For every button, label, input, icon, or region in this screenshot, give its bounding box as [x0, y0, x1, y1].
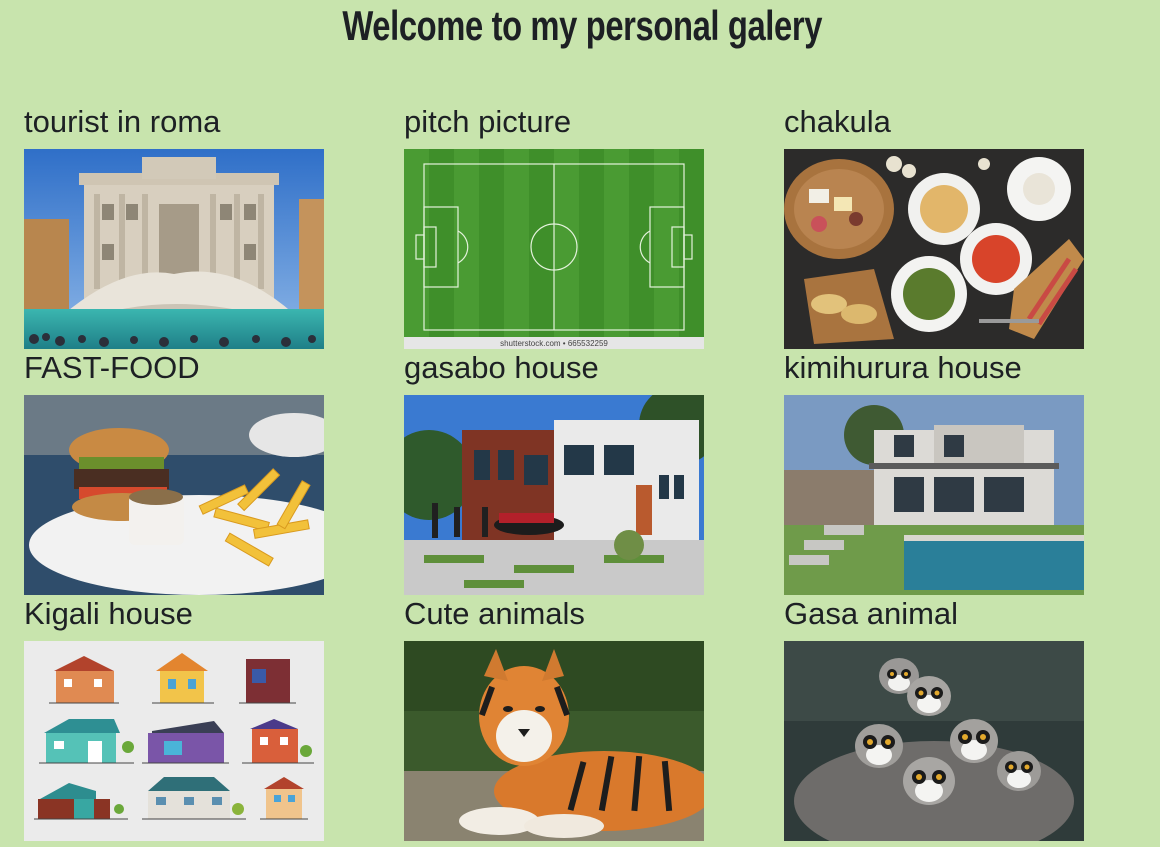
gallery-card: FAST-FOOD — [24, 346, 404, 595]
food-platter-image[interactable] — [784, 149, 1084, 349]
card-title: kimihurura house — [784, 350, 1022, 385]
lemurs-image[interactable] — [784, 641, 1084, 841]
card-title: tourist in roma — [24, 104, 221, 139]
gallery-card: gasabo house — [404, 346, 784, 595]
card-title: pitch picture — [404, 104, 572, 139]
modern-house-image[interactable] — [404, 395, 704, 595]
football-pitch-image[interactable]: shutterstock.com • 665532259 — [404, 149, 704, 349]
gallery-card: chakula — [784, 100, 1160, 349]
gallery-card: Cute animals — [404, 592, 784, 841]
gallery-card: pitch picture shutterstock.com • 6655322… — [404, 100, 784, 349]
burger-and-fries-image[interactable] — [24, 395, 324, 595]
card-title: chakula — [784, 104, 891, 139]
gallery-card: Kigali house — [24, 592, 404, 841]
card-title: FAST-FOOD — [24, 350, 200, 385]
trevi-fountain-image[interactable] — [24, 149, 324, 349]
tiger-image[interactable] — [404, 641, 704, 841]
gallery-card: Gasa animal — [784, 592, 1160, 841]
gallery-card: kimihurura house — [784, 346, 1160, 595]
house-with-pool-image[interactable] — [784, 395, 1084, 595]
gallery-card: tourist in roma — [24, 100, 404, 349]
card-title: Gasa animal — [784, 596, 959, 631]
gallery-grid: tourist in roma pitch picture shuttersto… — [24, 100, 1160, 841]
card-title: gasabo house — [404, 350, 599, 385]
house-icons-image[interactable] — [24, 641, 324, 841]
card-title: Kigali house — [24, 596, 193, 631]
card-title: Cute animals — [404, 596, 585, 631]
page-title: Welcome to my personal galery — [342, 2, 823, 49]
